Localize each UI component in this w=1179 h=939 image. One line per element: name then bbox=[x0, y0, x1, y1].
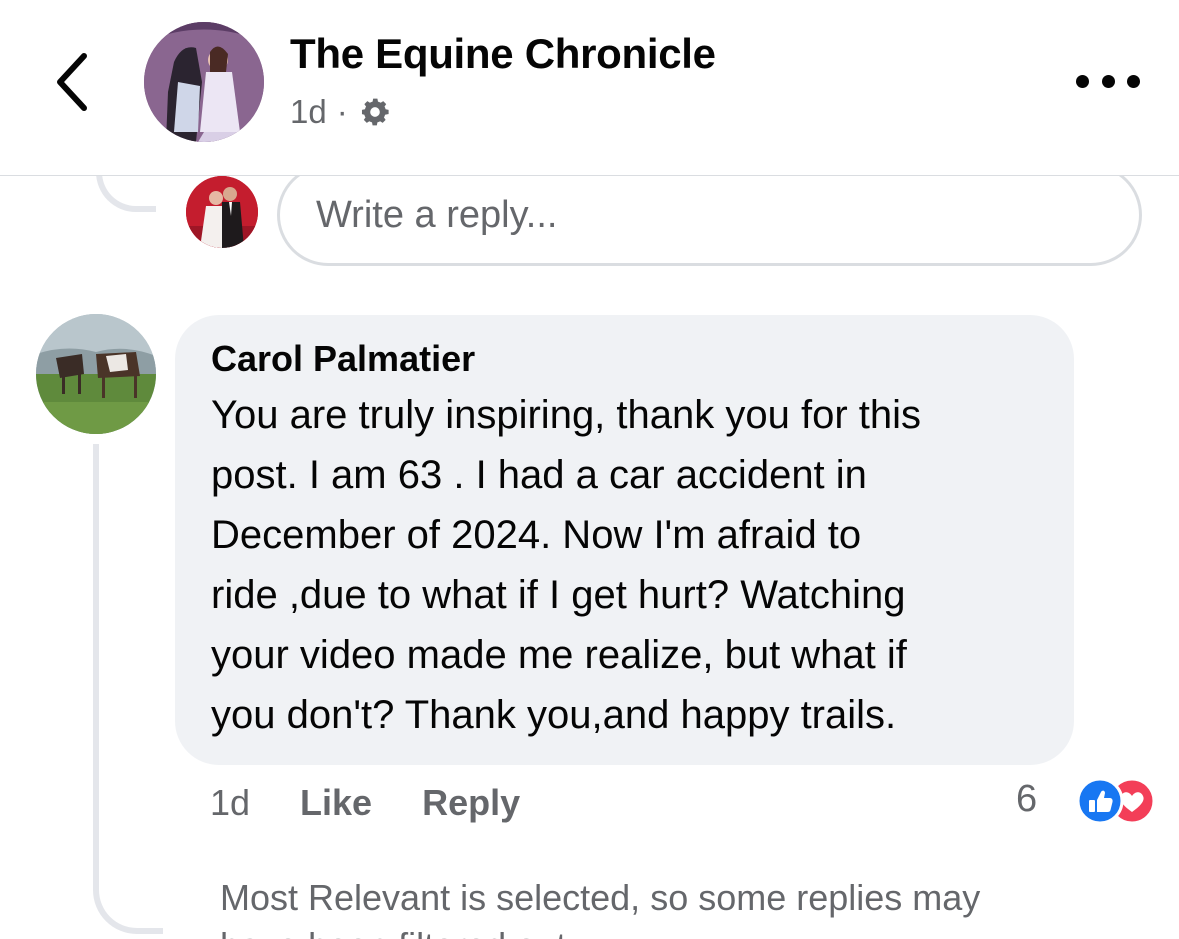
horse-and-rider-photo bbox=[144, 22, 264, 142]
reaction-icons[interactable] bbox=[1058, 776, 1158, 826]
page-title[interactable]: The Equine Chronicle bbox=[290, 30, 716, 78]
back-button[interactable] bbox=[48, 48, 100, 116]
comment-time: 1d bbox=[210, 782, 251, 823]
gear-icon[interactable] bbox=[358, 95, 392, 129]
reply-input-placeholder: Write a reply... bbox=[316, 193, 558, 236]
comment-text: You are truly inspiring, thank you for t… bbox=[211, 393, 922, 737]
comment-actions: 1d Like Reply bbox=[210, 780, 570, 826]
couple-photo bbox=[186, 176, 258, 248]
meta-separator: · bbox=[336, 93, 348, 130]
comment-bubble[interactable]: Carol Palmatier You are truly inspiring,… bbox=[175, 315, 1074, 765]
filter-notice: Most Relevant is selected, so some repli… bbox=[220, 877, 981, 939]
reaction-count[interactable]: 6 bbox=[1016, 778, 1037, 821]
more-options-icon bbox=[1076, 74, 1089, 88]
page-avatar[interactable] bbox=[144, 22, 264, 142]
chevron-left-icon bbox=[57, 53, 87, 111]
commenter-avatar[interactable] bbox=[36, 314, 156, 434]
thread-connector bbox=[93, 868, 163, 934]
post-time: 1d bbox=[290, 93, 327, 130]
like-button[interactable]: Like bbox=[300, 782, 372, 824]
reply-input[interactable]: Write a reply... bbox=[277, 164, 1142, 266]
post-meta: 1d · bbox=[290, 92, 392, 132]
more-dot bbox=[1127, 74, 1140, 88]
commenter-name[interactable]: Carol Palmatier bbox=[211, 337, 1038, 381]
reply-button[interactable]: Reply bbox=[422, 782, 520, 824]
more-dot bbox=[1101, 74, 1115, 88]
user-avatar[interactable] bbox=[186, 176, 258, 248]
comment-thread-screen: The Equine Chronicle 1d · Write a reply. bbox=[0, 0, 1179, 939]
thread-line bbox=[93, 444, 99, 884]
more-options-button[interactable] bbox=[1076, 64, 1140, 98]
post-header: The Equine Chronicle 1d · bbox=[0, 0, 1179, 176]
like-reaction-icon bbox=[1076, 777, 1124, 825]
horses-in-field-photo bbox=[36, 314, 156, 434]
